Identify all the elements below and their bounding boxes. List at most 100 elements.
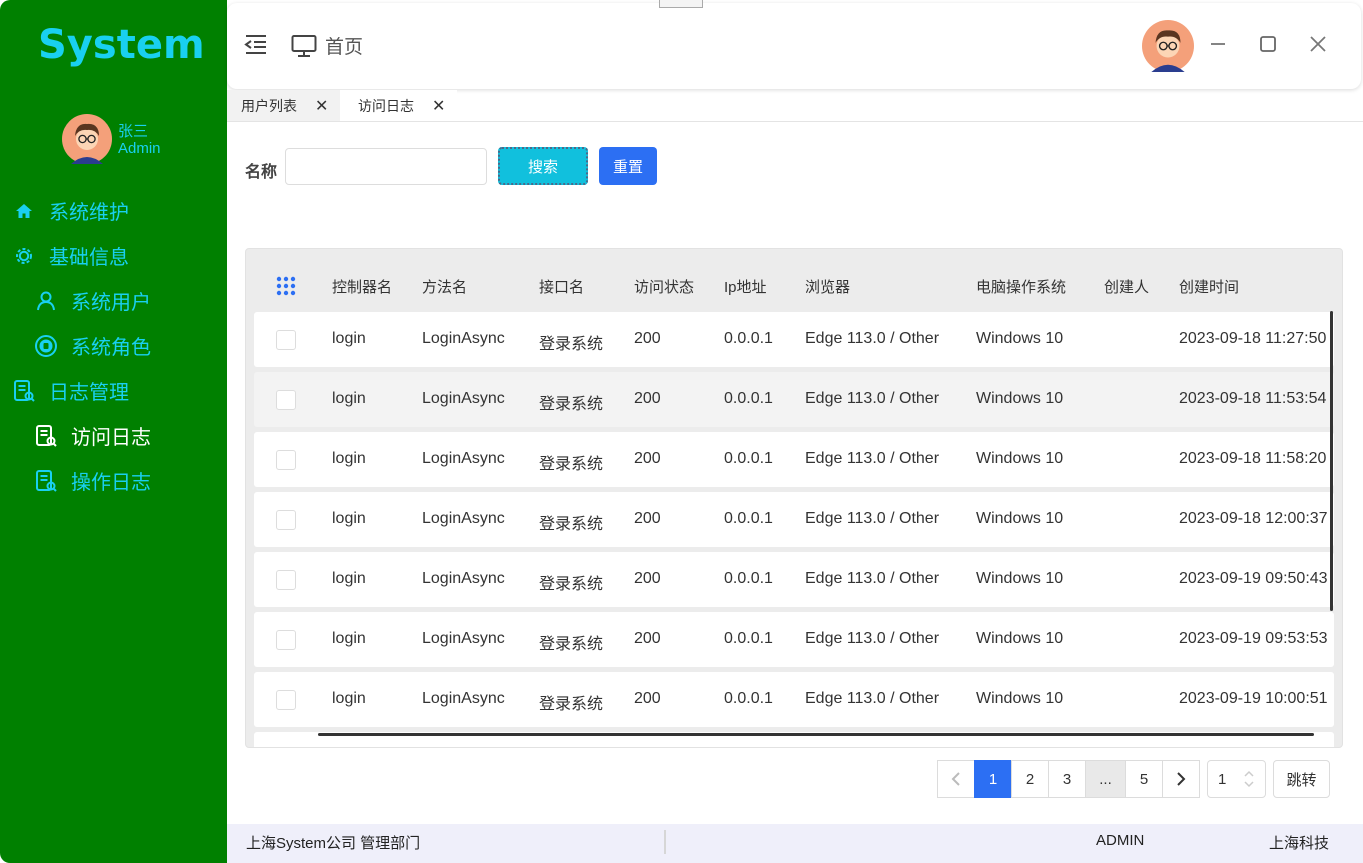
- footer-brand: 上海科技: [1269, 835, 1330, 852]
- cell-status: 200: [634, 330, 661, 347]
- menu-label: 基础信息: [49, 247, 129, 269]
- page-button-5[interactable]: 5: [1125, 760, 1163, 798]
- menu-label: 日志管理: [49, 382, 129, 404]
- page-ellipsis-button[interactable]: ...: [1085, 760, 1126, 798]
- menu-item-basic-info[interactable]: 基础信息: [12, 241, 129, 270]
- maximize-icon: [1260, 36, 1276, 52]
- cell-method: LoginAsync: [422, 390, 505, 407]
- column-header[interactable]: 浏览器: [805, 276, 850, 297]
- collapse-menu-button[interactable]: [244, 33, 268, 55]
- close-icon[interactable]: ✕: [315, 96, 328, 116]
- table-header: 控制器名 方法名 接口名 访问状态 Ip地址 浏览器 电脑操作系统 创建人 创建…: [246, 263, 1342, 307]
- user-icon: [34, 289, 58, 313]
- jump-button[interactable]: 跳转: [1273, 760, 1330, 798]
- prev-page-button[interactable]: [937, 760, 975, 798]
- row-checkbox[interactable]: [276, 450, 296, 470]
- cell-os: Windows 10: [976, 390, 1064, 407]
- table-row[interactable]: login LoginAsync 登录系统 200 0.0.0.1 Edge 1…: [254, 312, 1334, 367]
- monitor-icon: [291, 34, 317, 57]
- status-footer: 上海System公司 管理部门 ADMIN 上海科技: [227, 824, 1363, 863]
- drag-handle[interactable]: [659, 0, 703, 8]
- menu-label: 系统用户: [71, 292, 151, 314]
- search-button[interactable]: 搜索: [498, 147, 588, 185]
- row-checkbox[interactable]: [276, 570, 296, 590]
- tab-label: 访问日志: [358, 97, 414, 114]
- cell-os: Windows 10: [976, 690, 1064, 707]
- row-checkbox[interactable]: [276, 330, 296, 350]
- cell-ip: 0.0.0.1: [724, 390, 773, 407]
- row-checkbox[interactable]: [276, 690, 296, 710]
- cell-method: LoginAsync: [422, 330, 505, 347]
- home-icon: [12, 199, 36, 223]
- tab-access-log[interactable]: 访问日志 ✕: [340, 90, 457, 121]
- menu-item-system-roles[interactable]: 系统角色: [34, 331, 151, 360]
- stepper-icon[interactable]: [1243, 769, 1255, 789]
- next-page-button[interactable]: [1162, 760, 1200, 798]
- cell-api: 登录系统: [539, 576, 604, 593]
- table-row[interactable]: login LoginAsync 登录系统 200 0.0.0.1 Edge 1…: [254, 432, 1334, 487]
- cell-api: 登录系统: [539, 336, 604, 353]
- home-breadcrumb[interactable]: 首页: [291, 32, 363, 59]
- cell-method: LoginAsync: [422, 630, 505, 647]
- row-checkbox[interactable]: [276, 510, 296, 530]
- page-jump-input[interactable]: 1: [1207, 760, 1266, 798]
- chevron-right-icon: [1177, 772, 1186, 786]
- search-label: 名称: [245, 164, 278, 181]
- app-logo: System: [38, 22, 205, 68]
- minimize-button[interactable]: [1209, 35, 1227, 53]
- menu-item-log-management[interactable]: 日志管理: [12, 376, 129, 405]
- menu-label: 操作日志: [71, 472, 151, 494]
- column-header[interactable]: 方法名: [422, 276, 467, 297]
- menu-item-system-maintenance[interactable]: 系统维护: [12, 196, 129, 225]
- cell-method: LoginAsync: [422, 450, 505, 467]
- column-header[interactable]: 接口名: [539, 276, 584, 297]
- page-button-2[interactable]: 2: [1011, 760, 1049, 798]
- close-window-button[interactable]: [1309, 35, 1327, 53]
- close-icon: [1310, 36, 1326, 52]
- table-row[interactable]: login LoginAsync 登录系统 200 0.0.0.1 Edge 1…: [254, 372, 1334, 427]
- column-header[interactable]: 创建时间: [1179, 276, 1239, 297]
- chevron-left-icon: [951, 772, 960, 786]
- cell-browser: Edge 113.0 / Other: [805, 390, 940, 407]
- table-row[interactable]: login LoginAsync 登录系统 200 0.0.0.1 Edge 1…: [254, 492, 1334, 547]
- reset-button[interactable]: 重置: [599, 147, 657, 185]
- cell-browser: Edge 113.0 / Other: [805, 630, 940, 647]
- log-doc-icon: [12, 379, 36, 403]
- footer-user: ADMIN: [1096, 832, 1145, 849]
- cell-controller: login: [332, 630, 366, 647]
- tab-user-list[interactable]: 用户列表 ✕: [227, 90, 340, 121]
- row-checkbox[interactable]: [276, 390, 296, 410]
- table-row[interactable]: login LoginAsync 登录系统 200 0.0.0.1 Edge 1…: [254, 552, 1334, 607]
- name-search-input[interactable]: [285, 148, 487, 185]
- cell-api: 登录系统: [539, 396, 604, 413]
- cell-browser: Edge 113.0 / Other: [805, 570, 940, 587]
- page-button-3[interactable]: 3: [1048, 760, 1086, 798]
- cell-browser: Edge 113.0 / Other: [805, 330, 940, 347]
- table-row[interactable]: login LoginAsync 登录系统 200 0.0.0.1 Edge 1…: [254, 672, 1334, 727]
- menu-item-access-log[interactable]: 访问日志: [34, 421, 151, 450]
- user-avatar[interactable]: [62, 114, 112, 164]
- cell-api: 登录系统: [539, 516, 604, 533]
- maximize-button[interactable]: [1259, 35, 1277, 53]
- table-row[interactable]: login LoginAsync 登录系统 200 0.0.0.1 Edge 1…: [254, 612, 1334, 667]
- column-settings-icon[interactable]: [275, 275, 297, 297]
- row-checkbox[interactable]: [276, 630, 296, 650]
- cell-created: 2023-09-18 11:58:20: [1179, 450, 1327, 467]
- column-header[interactable]: 创建人: [1104, 276, 1149, 297]
- footer-divider: [664, 830, 666, 854]
- vertical-scrollbar[interactable]: [1330, 311, 1333, 611]
- cell-status: 200: [634, 630, 661, 647]
- close-icon[interactable]: ✕: [432, 96, 445, 116]
- header-avatar[interactable]: [1142, 20, 1194, 72]
- page-button-1[interactable]: 1: [974, 760, 1012, 798]
- column-header[interactable]: Ip地址: [724, 276, 767, 297]
- menu-item-system-users[interactable]: 系统用户: [34, 286, 151, 315]
- cell-status: 200: [634, 390, 661, 407]
- horizontal-scrollbar[interactable]: [318, 733, 1314, 736]
- cell-api: 登录系统: [539, 456, 604, 473]
- cell-controller: login: [332, 570, 366, 587]
- column-header[interactable]: 电脑操作系统: [976, 276, 1066, 297]
- column-header[interactable]: 访问状态: [634, 276, 694, 297]
- column-header[interactable]: 控制器名: [332, 276, 392, 297]
- menu-item-operation-log[interactable]: 操作日志: [34, 466, 151, 495]
